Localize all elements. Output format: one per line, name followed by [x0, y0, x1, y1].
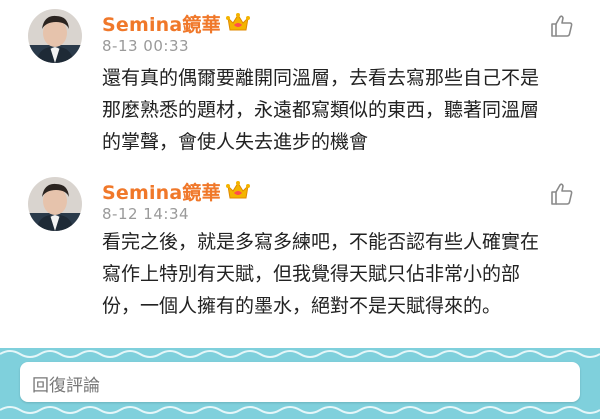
comment-text: 還有真的偶爾要離開同溫層，去看去寫那些自己不是 那麼熟悉的題材，永遠都寫類似的東…: [102, 67, 540, 153]
avatar[interactable]: [28, 9, 82, 63]
comment-time: 8-12 14:34: [102, 205, 190, 223]
comment-text: 看完之後，就是多寫多練吧，不能否認有些人確實在 寫作上特別有天賦，但我覺得天賦只…: [102, 231, 540, 317]
comment-item: Semina鏡華 8-12 14:34 看完之後，就是多寫多練吧，不能否認有些人…: [0, 168, 600, 348]
thumbs-up-icon[interactable]: [550, 14, 574, 38]
comment-item: Semina鏡華 8-13 00:33 還有真的偶爾要離開同溫層，去看去寫那些自…: [0, 0, 600, 168]
username-row: Semina鏡華: [102, 178, 251, 204]
comment-time: 8-13 00:33: [102, 37, 190, 55]
reply-placeholder: 回復評論: [32, 376, 100, 396]
avatar[interactable]: [28, 177, 82, 231]
reply-input[interactable]: 回復評論: [20, 362, 580, 402]
crown-badge-icon: [225, 181, 250, 199]
thumbs-up-icon[interactable]: [550, 182, 574, 206]
comment-thread: Semina鏡華 8-13 00:33 還有真的偶爾要離開同溫層，去看去寫那些自…: [0, 0, 600, 419]
reply-bar: 回復評論: [0, 348, 600, 419]
username-row: Semina鏡華: [102, 10, 251, 36]
username[interactable]: Semina鏡華: [102, 10, 221, 37]
crown-badge-icon: [225, 13, 250, 31]
username[interactable]: Semina鏡華: [102, 178, 221, 205]
